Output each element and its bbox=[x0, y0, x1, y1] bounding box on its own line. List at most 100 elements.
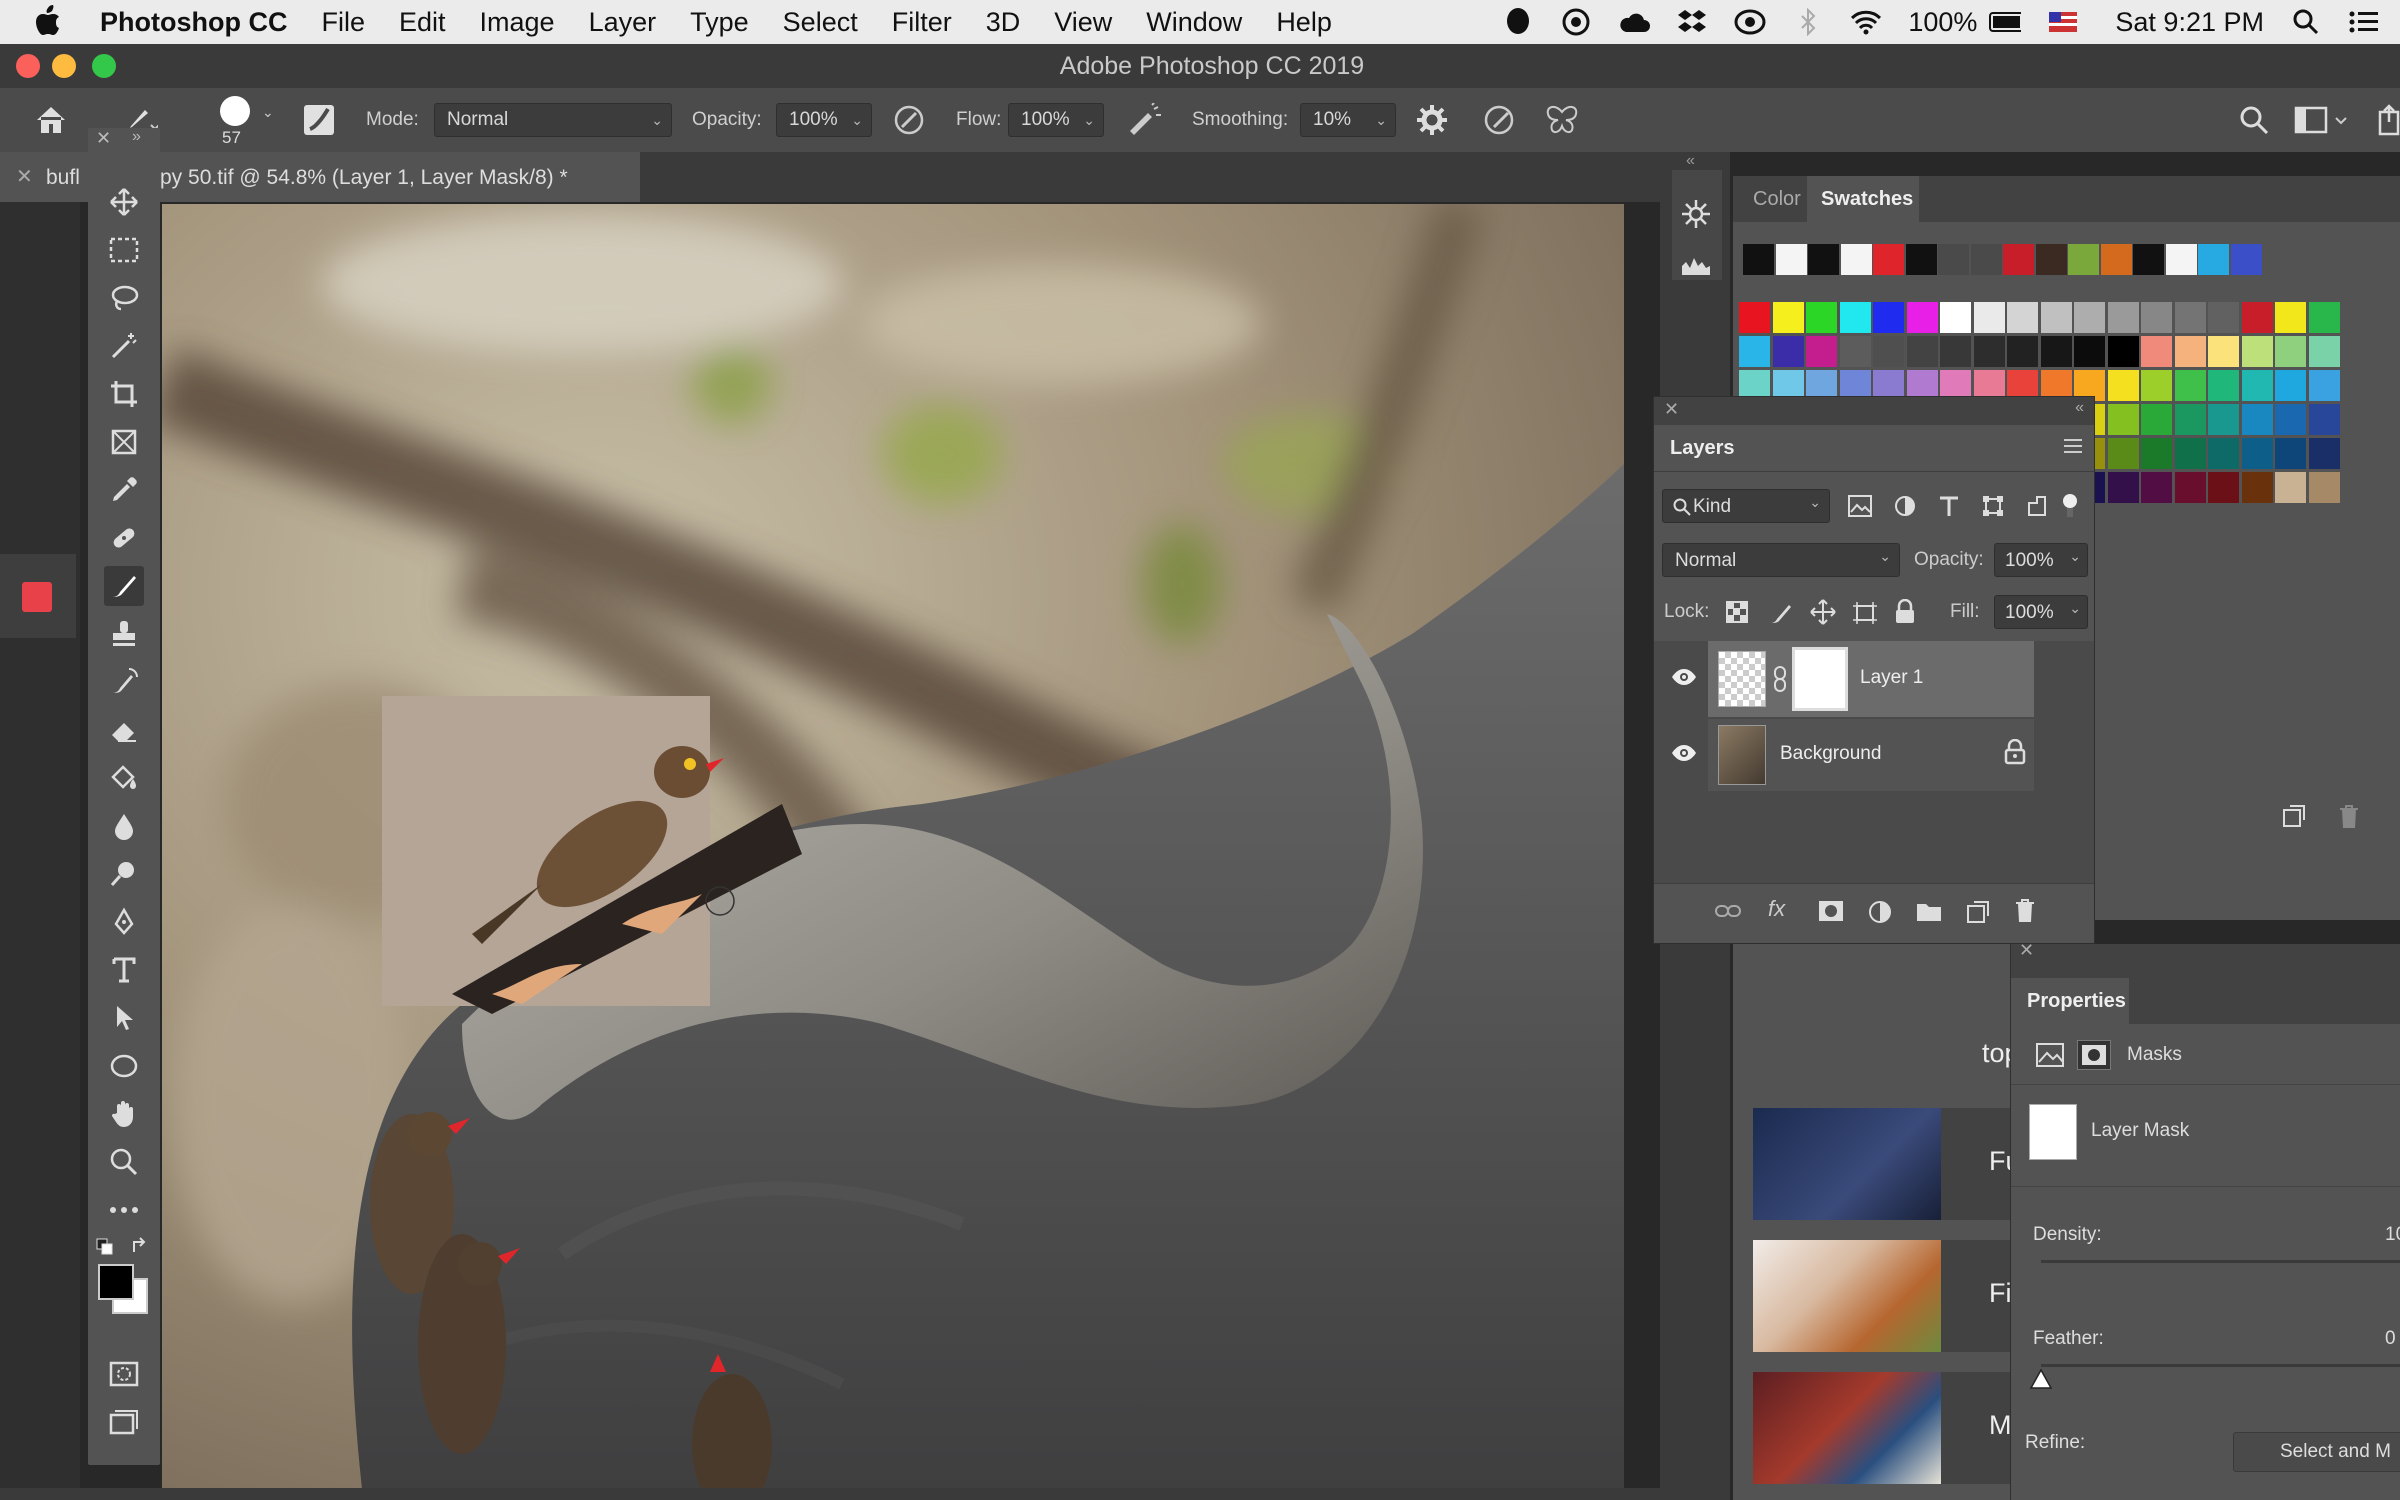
filter-pixel-icon[interactable] bbox=[1848, 495, 1872, 517]
eyedropper-tool-icon[interactable] bbox=[106, 472, 142, 508]
cloud-icon[interactable] bbox=[1618, 6, 1651, 38]
swatch[interactable] bbox=[2308, 336, 2340, 367]
feather-slider-thumb[interactable] bbox=[2029, 1368, 2053, 1390]
swatch[interactable] bbox=[1772, 336, 1804, 367]
swatch[interactable] bbox=[2141, 370, 2172, 401]
screen-mode-icon[interactable] bbox=[106, 1404, 142, 1440]
swatch[interactable] bbox=[2308, 438, 2340, 469]
density-value[interactable]: 10 bbox=[2385, 1224, 2400, 1246]
frame-tool-icon[interactable] bbox=[106, 424, 142, 460]
ellipse-tool-icon[interactable] bbox=[106, 1048, 142, 1084]
swatch[interactable] bbox=[2208, 370, 2239, 401]
swatch[interactable] bbox=[2107, 472, 2139, 503]
swatch[interactable] bbox=[2174, 404, 2206, 435]
menu-layer[interactable]: Layer bbox=[589, 7, 657, 38]
swatch[interactable] bbox=[2308, 302, 2340, 333]
swatch[interactable] bbox=[2040, 302, 2072, 333]
pixel-mask-icon[interactable] bbox=[2035, 1042, 2065, 1068]
menubar-clock[interactable]: Sat 9:21 PM bbox=[2115, 7, 2264, 38]
swatch[interactable] bbox=[1808, 244, 1839, 275]
add-mask-icon[interactable] bbox=[1818, 900, 1844, 922]
brush-size-picker[interactable]: 57 ⌄ bbox=[218, 94, 278, 150]
lock-all-icon[interactable] bbox=[1894, 599, 1916, 625]
menu-edit[interactable]: Edit bbox=[399, 7, 446, 38]
visibility-eye-icon[interactable] bbox=[1670, 665, 1698, 689]
layer-fill-input[interactable]: 100% ⌄ bbox=[1994, 595, 2088, 629]
swatch[interactable] bbox=[2275, 336, 2306, 367]
layer-row[interactable]: Layer 1 bbox=[1708, 641, 2034, 717]
swatch[interactable] bbox=[2074, 336, 2105, 367]
swatch[interactable] bbox=[2275, 370, 2306, 401]
swatch[interactable] bbox=[1873, 302, 1904, 333]
menu-view[interactable]: View bbox=[1054, 7, 1112, 38]
sync-icon[interactable] bbox=[1734, 6, 1766, 38]
filter-adjustment-icon[interactable] bbox=[1894, 495, 1916, 517]
hand-tool-icon[interactable] bbox=[106, 1096, 142, 1132]
adjustments-sun-icon[interactable] bbox=[1680, 198, 1712, 230]
menu-image[interactable]: Image bbox=[480, 7, 555, 38]
swatch[interactable] bbox=[1973, 336, 2005, 367]
clone-stamp-tool-icon[interactable] bbox=[106, 616, 142, 652]
swatch[interactable] bbox=[2208, 336, 2239, 367]
search-icon[interactable] bbox=[2238, 88, 2270, 152]
layer-mask-mode-icon[interactable] bbox=[2077, 1040, 2111, 1070]
close-tab-icon[interactable]: ✕ bbox=[16, 164, 33, 189]
swatch[interactable] bbox=[2040, 336, 2072, 367]
marquee-tool-icon[interactable] bbox=[106, 232, 142, 268]
swatch[interactable] bbox=[2165, 244, 2197, 275]
swatch[interactable] bbox=[1940, 302, 1971, 333]
dodge-tool-icon[interactable] bbox=[106, 856, 142, 892]
swatch[interactable] bbox=[2107, 302, 2139, 333]
lock-position-icon[interactable] bbox=[1810, 599, 1836, 625]
swatch[interactable] bbox=[2107, 370, 2139, 401]
delete-swatch-trash-icon[interactable] bbox=[2338, 804, 2360, 830]
swatch[interactable] bbox=[2275, 472, 2306, 503]
swatch[interactable] bbox=[2107, 336, 2139, 367]
swatch[interactable] bbox=[2174, 370, 2206, 401]
swatch[interactable] bbox=[2241, 302, 2273, 333]
type-tool-icon[interactable] bbox=[106, 952, 142, 988]
swatch[interactable] bbox=[2275, 302, 2306, 333]
swatch[interactable] bbox=[2174, 472, 2206, 503]
swatch[interactable] bbox=[1839, 336, 1871, 367]
path-selection-tool-icon[interactable] bbox=[106, 1000, 142, 1036]
swatch[interactable] bbox=[1743, 244, 1774, 275]
menu-select[interactable]: Select bbox=[783, 7, 858, 38]
history-brush-tool-icon[interactable] bbox=[106, 664, 142, 700]
feather-value[interactable]: 0 bbox=[2385, 1328, 2396, 1350]
collapse-panels-icon[interactable]: « bbox=[1686, 152, 1695, 170]
close-layers-icon[interactable]: ✕ bbox=[1664, 399, 1679, 420]
swatch[interactable] bbox=[2198, 244, 2229, 275]
menu-filter[interactable]: Filter bbox=[892, 7, 952, 38]
flag-icon[interactable] bbox=[2047, 6, 2079, 38]
histogram-icon[interactable] bbox=[1680, 252, 1712, 276]
select-and-mask-button[interactable]: Select and M bbox=[2233, 1432, 2400, 1472]
feather-slider[interactable] bbox=[2041, 1364, 2400, 1367]
swatch[interactable] bbox=[2007, 302, 2038, 333]
swatch[interactable] bbox=[1839, 302, 1871, 333]
new-swatch-icon[interactable] bbox=[2282, 804, 2306, 828]
swatch[interactable] bbox=[2241, 404, 2273, 435]
document-canvas[interactable] bbox=[162, 204, 1624, 1489]
link-layers-icon[interactable] bbox=[1714, 900, 1742, 922]
zoom-tool-icon[interactable] bbox=[106, 1144, 142, 1180]
airbrush-icon[interactable] bbox=[1126, 88, 1164, 152]
swatch[interactable] bbox=[2141, 336, 2172, 367]
tab-color[interactable]: Color bbox=[1753, 176, 1801, 222]
magic-wand-tool-icon[interactable] bbox=[106, 328, 142, 364]
layer-row[interactable]: Background bbox=[1708, 719, 2034, 791]
swatch[interactable] bbox=[2241, 370, 2273, 401]
notification-center-icon[interactable] bbox=[2348, 6, 2380, 38]
adjustment-layer-icon[interactable] bbox=[1868, 900, 1892, 924]
smoothing-options-gear-icon[interactable] bbox=[1416, 88, 1448, 152]
swatch[interactable] bbox=[2174, 336, 2206, 367]
brush-tool-icon[interactable] bbox=[104, 566, 144, 606]
paint-bucket-tool-icon[interactable] bbox=[106, 760, 142, 796]
lasso-tool-icon[interactable] bbox=[106, 280, 142, 316]
battery-icon[interactable] bbox=[1989, 6, 2022, 38]
swatch[interactable] bbox=[2007, 336, 2038, 367]
density-slider[interactable] bbox=[2041, 1260, 2400, 1263]
workspace-switcher-icon[interactable] bbox=[2294, 88, 2350, 152]
swatch[interactable] bbox=[2035, 244, 2067, 275]
notification-icon[interactable] bbox=[1502, 6, 1534, 38]
